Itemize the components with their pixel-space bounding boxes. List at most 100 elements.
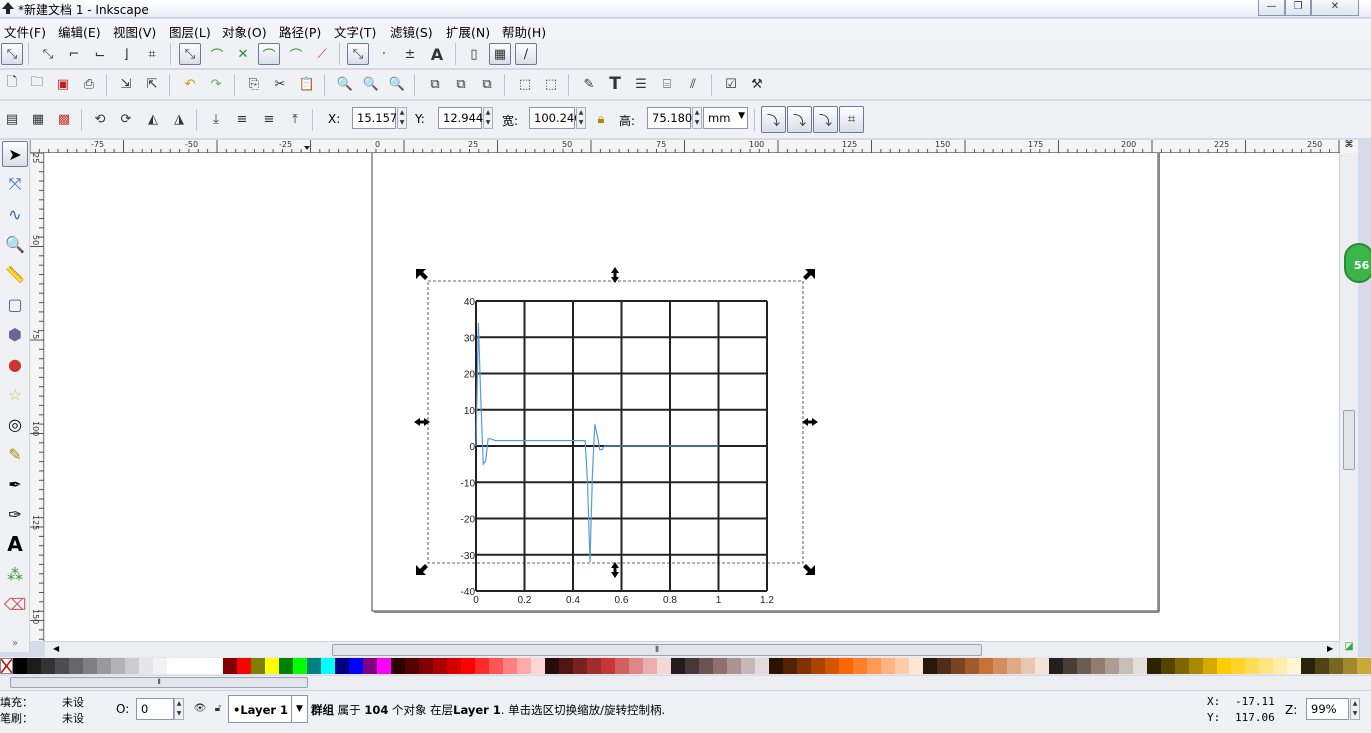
color-swatch[interactable] (1357, 658, 1371, 674)
horizontal-scroll-thumb[interactable]: ⦀ (332, 644, 982, 656)
eraser-tool-icon[interactable]: ⌫ (2, 591, 28, 617)
zoom-tool-icon[interactable]: 🔍 (2, 231, 28, 257)
color-swatch[interactable] (447, 658, 461, 674)
snap-paths-icon[interactable]: ⌒ (206, 43, 228, 65)
color-swatch[interactable] (139, 658, 153, 674)
color-swatch[interactable] (489, 658, 503, 674)
scale-stroke-icon[interactable]: ⤵ (761, 106, 786, 133)
color-swatch[interactable] (1189, 658, 1203, 674)
color-swatch[interactable] (923, 658, 937, 674)
color-swatch[interactable] (125, 658, 139, 674)
color-swatch[interactable] (69, 658, 83, 674)
color-swatch[interactable] (111, 658, 125, 674)
color-swatch[interactable] (629, 658, 643, 674)
raise-to-top-icon[interactable]: ⤒ (284, 108, 306, 130)
height-input[interactable]: 75.180 (647, 107, 692, 129)
snap-bbox-midpoint-icon[interactable]: ⌋ (115, 43, 137, 65)
color-swatch[interactable] (1245, 658, 1259, 674)
color-swatch[interactable] (1119, 658, 1133, 674)
menu-object[interactable]: 对象(O) (222, 22, 267, 41)
color-swatch[interactable] (993, 658, 1007, 674)
color-swatch[interactable] (881, 658, 895, 674)
pen-tool-icon[interactable]: ✒ (2, 471, 28, 497)
color-swatch[interactable] (1315, 658, 1329, 674)
x-input[interactable]: 15.157 (352, 107, 397, 129)
color-swatch[interactable] (97, 658, 111, 674)
more-tools-icon[interactable]: » (2, 630, 28, 656)
vertical-scroll-thumb[interactable] (1343, 410, 1355, 470)
color-swatch[interactable] (363, 658, 377, 674)
snap-bbox-center-icon[interactable]: ⌗ (141, 43, 163, 65)
color-swatch[interactable] (853, 658, 867, 674)
color-swatch[interactable] (475, 658, 489, 674)
deselect-icon[interactable]: ▩ (53, 108, 75, 130)
ruler-corner-icon[interactable]: ⌘ (1340, 140, 1358, 153)
color-swatch[interactable] (699, 658, 713, 674)
color-swatch[interactable] (461, 658, 475, 674)
save-icon[interactable]: ▣ (52, 73, 74, 95)
transform-gradients-icon[interactable]: ⤵ (813, 106, 838, 133)
flip-vertical-icon[interactable]: ◮ (168, 108, 190, 130)
open-icon[interactable]: 🗀 (26, 73, 48, 95)
color-swatch[interactable] (783, 658, 797, 674)
color-swatch[interactable] (615, 658, 629, 674)
color-swatch[interactable] (1077, 658, 1091, 674)
unit-select[interactable]: mm ▼ (703, 107, 748, 129)
layers-icon[interactable]: ☰ (630, 73, 652, 95)
snap-grids-icon[interactable]: ▦ (489, 43, 511, 65)
color-swatch[interactable] (153, 658, 167, 674)
color-swatch[interactable] (1063, 658, 1077, 674)
color-swatch[interactable] (55, 658, 69, 674)
color-swatch[interactable] (1301, 658, 1315, 674)
scale-corners-icon[interactable]: ⤵ (787, 106, 812, 133)
menu-help[interactable]: 帮助(H) (502, 22, 546, 41)
minimize-button[interactable]: — (1258, 0, 1285, 16)
xml-editor-icon[interactable]: ⌸ (656, 73, 678, 95)
close-button[interactable]: ✕ (1311, 0, 1359, 16)
snap-intersections-icon[interactable]: ✕ (232, 43, 254, 65)
snap-bbox-icon[interactable]: ⤡ (37, 43, 59, 65)
selector-tool-icon[interactable]: ➤ (2, 141, 28, 167)
menu-extensions[interactable]: 扩展(N) (446, 22, 490, 41)
color-swatch[interactable] (895, 658, 909, 674)
color-swatch[interactable] (1175, 658, 1189, 674)
color-swatch[interactable] (1035, 658, 1049, 674)
color-swatch[interactable] (237, 658, 251, 674)
snap-text-baseline-icon[interactable]: A (426, 43, 448, 65)
node-tool-icon[interactable]: ⤧ (2, 171, 28, 197)
clone-icon[interactable]: ⧉ (450, 73, 472, 95)
color-swatch[interactable] (601, 658, 615, 674)
color-swatch[interactable] (531, 658, 545, 674)
new-document-icon[interactable]: 🗋 (1, 73, 23, 95)
color-swatch[interactable] (433, 658, 447, 674)
fill-value[interactable]: 未设 (62, 694, 84, 710)
lower-icon[interactable]: ≡ (231, 108, 253, 130)
color-swatch[interactable] (1259, 658, 1273, 674)
spray-tool-icon[interactable]: ⁂ (2, 561, 28, 587)
color-swatch[interactable] (41, 658, 55, 674)
palette-scrollbar[interactable]: ⦀ (0, 676, 1371, 690)
color-swatch[interactable] (811, 658, 825, 674)
color-swatch[interactable] (1343, 658, 1357, 674)
color-swatch[interactable] (965, 658, 979, 674)
zoom-corner-icon[interactable]: ◪ (1340, 641, 1358, 657)
notification-badge[interactable]: 56 (1344, 243, 1371, 283)
redo-icon[interactable]: ↷ (205, 73, 227, 95)
color-swatch[interactable] (1287, 658, 1301, 674)
color-swatch[interactable] (951, 658, 965, 674)
document-properties-icon[interactable]: ☑ (720, 73, 742, 95)
snap-line-midpoints-icon[interactable]: ⟋ (311, 43, 333, 65)
rotate-ccw-icon[interactable]: ⟲ (89, 108, 111, 130)
star-tool-icon[interactable]: ☆ (2, 381, 28, 407)
unlink-clone-icon[interactable]: ⧉ (476, 73, 498, 95)
color-swatch[interactable] (867, 658, 881, 674)
group-icon[interactable]: ⬚ (514, 73, 536, 95)
color-swatch[interactable] (671, 658, 685, 674)
measure-tool-icon[interactable]: 📏 (2, 261, 28, 287)
color-swatch[interactable] (265, 658, 279, 674)
flip-horizontal-icon[interactable]: ◭ (142, 108, 164, 130)
snap-nodes-icon[interactable]: ⤡ (179, 43, 201, 65)
rotate-cw-icon[interactable]: ⟳ (115, 108, 137, 130)
color-swatch[interactable] (769, 658, 783, 674)
height-spinner[interactable]: ▲ ▼ (692, 107, 702, 129)
